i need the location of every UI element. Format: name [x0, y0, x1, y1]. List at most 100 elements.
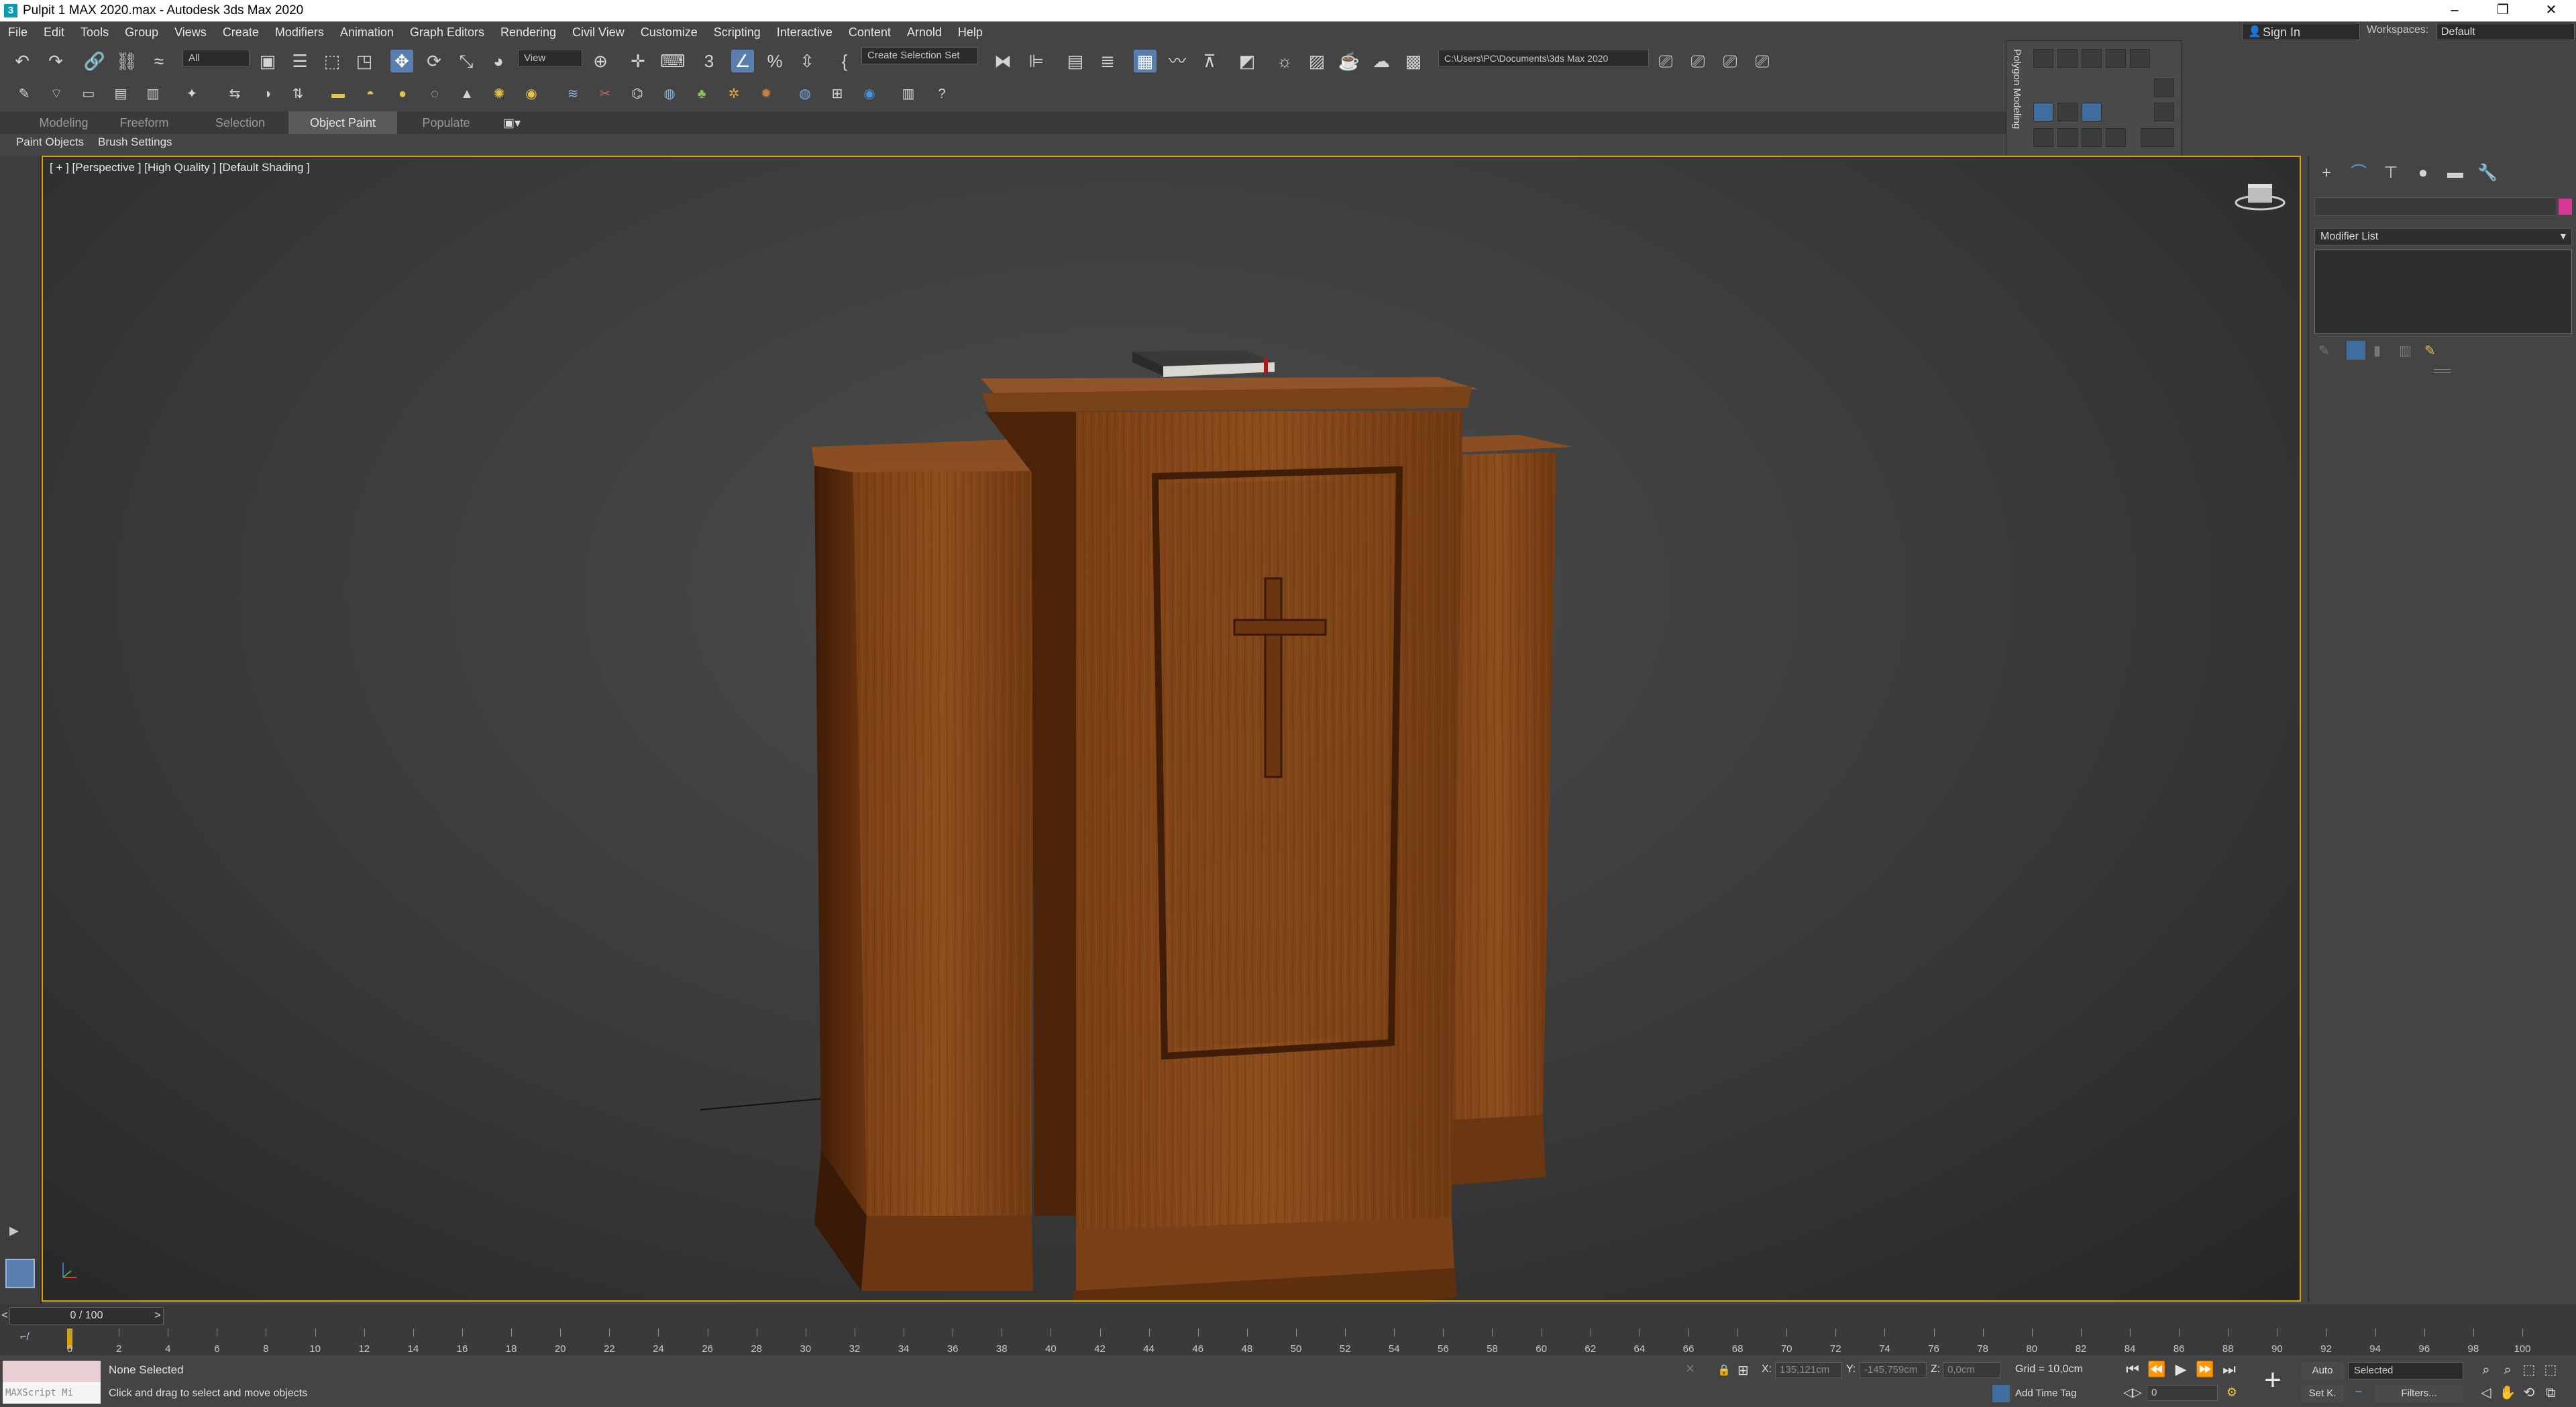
- key-filters-icon[interactable]: ⏖: [2355, 1385, 2363, 1399]
- selection-lock-icon[interactable]: 🔒: [1717, 1363, 1731, 1377]
- y-coordinate-field[interactable]: -145,759cm: [1860, 1362, 1927, 1378]
- select-object-icon[interactable]: ▣: [256, 50, 279, 72]
- material-editor-icon[interactable]: ◩: [1236, 50, 1258, 72]
- snaps-toggle-icon[interactable]: 3: [698, 50, 720, 72]
- tab-object-paint[interactable]: Object Paint: [288, 111, 397, 134]
- project-icon-2[interactable]: ⎚: [1686, 50, 1709, 72]
- fp-vertex-button[interactable]: [2033, 49, 2053, 68]
- scene-explorer-icon[interactable]: ▤: [1064, 50, 1087, 72]
- motion-tab-icon[interactable]: ●: [2410, 161, 2436, 185]
- zoom-icon[interactable]: ⌕: [2477, 1361, 2496, 1379]
- current-frame-field[interactable]: 0: [2147, 1385, 2218, 1401]
- edit-named-selection-icon[interactable]: {: [833, 50, 856, 72]
- system-icon[interactable]: ◍: [660, 85, 679, 103]
- select-and-scale-icon[interactable]: ⤡: [455, 50, 478, 72]
- helper-icon[interactable]: ✂: [596, 85, 614, 103]
- render-production-icon[interactable]: ☕: [1338, 50, 1360, 72]
- tab-populate[interactable]: Populate: [409, 111, 483, 134]
- space-warp-icon[interactable]: ⌬: [628, 85, 647, 103]
- fp-polygon-button[interactable]: [2106, 49, 2126, 68]
- field-of-view-icon[interactable]: ◁: [2477, 1384, 2496, 1402]
- tool-icon-9[interactable]: ⇅: [288, 85, 307, 103]
- menu-views[interactable]: Views: [166, 21, 215, 40]
- render-icon[interactable]: ◉: [860, 85, 879, 103]
- box-icon[interactable]: ▬: [329, 85, 347, 103]
- modifier-stack[interactable]: [2314, 250, 2572, 334]
- absolute-mode-icon[interactable]: ⊞: [1737, 1362, 1749, 1379]
- menu-arnold[interactable]: Arnold: [899, 21, 950, 40]
- fp-edge-button[interactable]: [2057, 49, 2078, 68]
- effects-icon[interactable]: ✲: [724, 85, 743, 103]
- rendered-frame-window-icon[interactable]: ▨: [1305, 50, 1328, 72]
- previous-key-icon[interactable]: ⏪: [2145, 1359, 2168, 1379]
- track-bar[interactable]: ⌐/ 0 2 4 6 8 10 12 14 16 18 20 22 24 26 28 30 32 34 36 38 40…: [0, 1327, 2576, 1355]
- window-crossing-icon[interactable]: ◳: [353, 50, 376, 72]
- project-icon-4[interactable]: ⎚: [1751, 50, 1774, 72]
- perspective-viewport[interactable]: [ + ] [Perspective ] [High Quality ] [De…: [42, 156, 2301, 1302]
- angle-snap-icon[interactable]: ∠: [731, 50, 754, 72]
- project-icon-1[interactable]: ⎚: [1654, 50, 1677, 72]
- render-setup-icon[interactable]: ☼: [1273, 50, 1296, 72]
- bind-space-warp-icon[interactable]: ≈: [148, 50, 170, 72]
- fp-tool-button-4[interactable]: [2106, 128, 2126, 147]
- menu-civil-view[interactable]: Civil View: [564, 21, 633, 40]
- time-tag-icon[interactable]: [1992, 1385, 2010, 1402]
- minimize-button[interactable]: –: [2431, 0, 2478, 21]
- material-icon[interactable]: ◍: [796, 85, 814, 103]
- keyboard-shortcut-override-icon[interactable]: ⌨: [660, 50, 686, 72]
- spline-icon[interactable]: ≋: [564, 85, 582, 103]
- go-to-start-icon[interactable]: ⏮: [2121, 1359, 2144, 1379]
- fp-tool-button-3[interactable]: [2082, 128, 2102, 147]
- sphere-icon[interactable]: ●: [393, 85, 412, 103]
- viewport-layout-icon[interactable]: [5, 1259, 35, 1288]
- select-by-name-icon[interactable]: ☰: [288, 50, 311, 72]
- menu-customize[interactable]: Customize: [633, 21, 706, 40]
- create-tab-icon[interactable]: +: [2313, 161, 2340, 185]
- menu-interactive[interactable]: Interactive: [769, 21, 841, 40]
- key-mode-icon[interactable]: ◁▷: [2121, 1382, 2144, 1402]
- hierarchy-tab-icon[interactable]: ⊤: [2377, 161, 2404, 185]
- configure-sets-icon[interactable]: ✎: [2424, 342, 2436, 359]
- menu-scripting[interactable]: Scripting: [706, 21, 769, 40]
- redo-icon[interactable]: ↷: [44, 50, 67, 72]
- menu-group[interactable]: Group: [117, 21, 166, 40]
- link-icon[interactable]: 🔗: [83, 50, 106, 72]
- key-filter-dropdown[interactable]: Selected: [2348, 1362, 2463, 1379]
- torus-icon[interactable]: ◌: [425, 85, 444, 103]
- next-frame-icon[interactable]: >: [152, 1307, 164, 1324]
- tool-icon-4[interactable]: ▤: [111, 85, 130, 103]
- column-icon[interactable]: ▥: [899, 85, 918, 103]
- workspace-dropdown[interactable]: Default: [2436, 23, 2575, 40]
- tool-icon-5[interactable]: ▥: [144, 85, 162, 103]
- render-in-cloud-icon[interactable]: ☁: [1370, 50, 1393, 72]
- menu-rendering[interactable]: Rendering: [492, 21, 564, 40]
- pivot-center-icon[interactable]: ⊕: [589, 50, 612, 72]
- set-key-button[interactable]: Set K.: [2301, 1385, 2344, 1402]
- fp-side-button-1[interactable]: [2154, 79, 2174, 97]
- add-time-tag[interactable]: Add Time Tag: [2015, 1388, 2076, 1399]
- ribbon-options-icon[interactable]: ▣▾: [495, 111, 529, 134]
- restore-button[interactable]: ❐: [2479, 0, 2526, 21]
- play-icon[interactable]: ▶: [2169, 1359, 2192, 1379]
- select-and-place-icon[interactable]: ◕: [487, 50, 510, 72]
- make-unique-icon[interactable]: ▮: [2373, 342, 2381, 359]
- render-shortcuts-icon[interactable]: ▩: [1402, 50, 1425, 72]
- set-key-large-icon[interactable]: +: [2254, 1362, 2292, 1400]
- fp-toggle-button-1[interactable]: [2033, 103, 2053, 121]
- zoom-extents-icon[interactable]: ⬚: [2520, 1361, 2538, 1379]
- object-color-swatch[interactable]: [2559, 199, 2572, 215]
- tool-icon-3[interactable]: ▭: [79, 85, 98, 103]
- tab-selection[interactable]: Selection: [201, 111, 279, 134]
- fp-tool-button-5[interactable]: [2141, 128, 2174, 147]
- panel-divider[interactable]: [2434, 369, 2451, 373]
- maxscript-input[interactable]: MAXScript Mi: [3, 1382, 101, 1404]
- schematic-view-icon[interactable]: ⊼: [1198, 50, 1221, 72]
- pan-icon[interactable]: ✋: [2498, 1384, 2517, 1402]
- show-end-result-icon[interactable]: [2347, 341, 2365, 360]
- fp-toggle-button-3[interactable]: [2082, 103, 2102, 121]
- percent-snap-icon[interactable]: %: [763, 50, 786, 72]
- sign-in-dropdown[interactable]: 👤 Sign In: [2242, 23, 2360, 40]
- fp-element-button[interactable]: [2130, 49, 2150, 68]
- menu-file[interactable]: File: [0, 21, 36, 40]
- dome-icon[interactable]: ◓: [361, 85, 380, 103]
